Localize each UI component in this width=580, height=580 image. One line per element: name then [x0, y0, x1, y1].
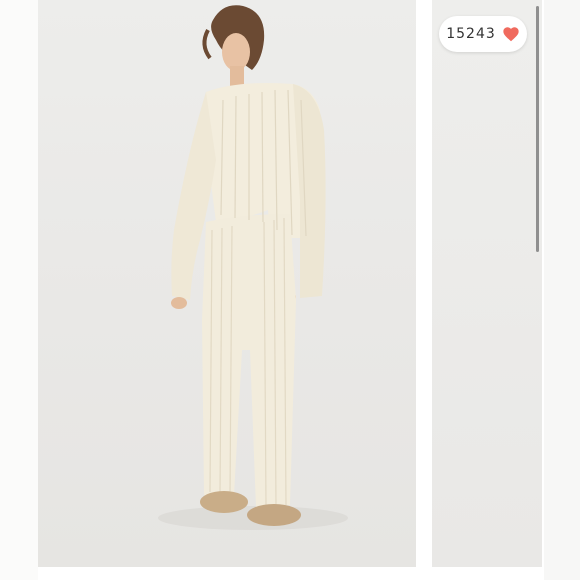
like-button[interactable]: 15243: [439, 16, 527, 52]
like-count: 15243: [446, 26, 496, 42]
left-margin: [0, 0, 38, 580]
heart-icon: [503, 27, 519, 42]
right-margin: [544, 0, 580, 580]
product-photo[interactable]: [38, 0, 416, 567]
product-photo-illustration: [158, 5, 348, 530]
adjacent-listing-photo[interactable]: [432, 0, 542, 567]
scrollbar-thumb[interactable]: [536, 6, 539, 252]
